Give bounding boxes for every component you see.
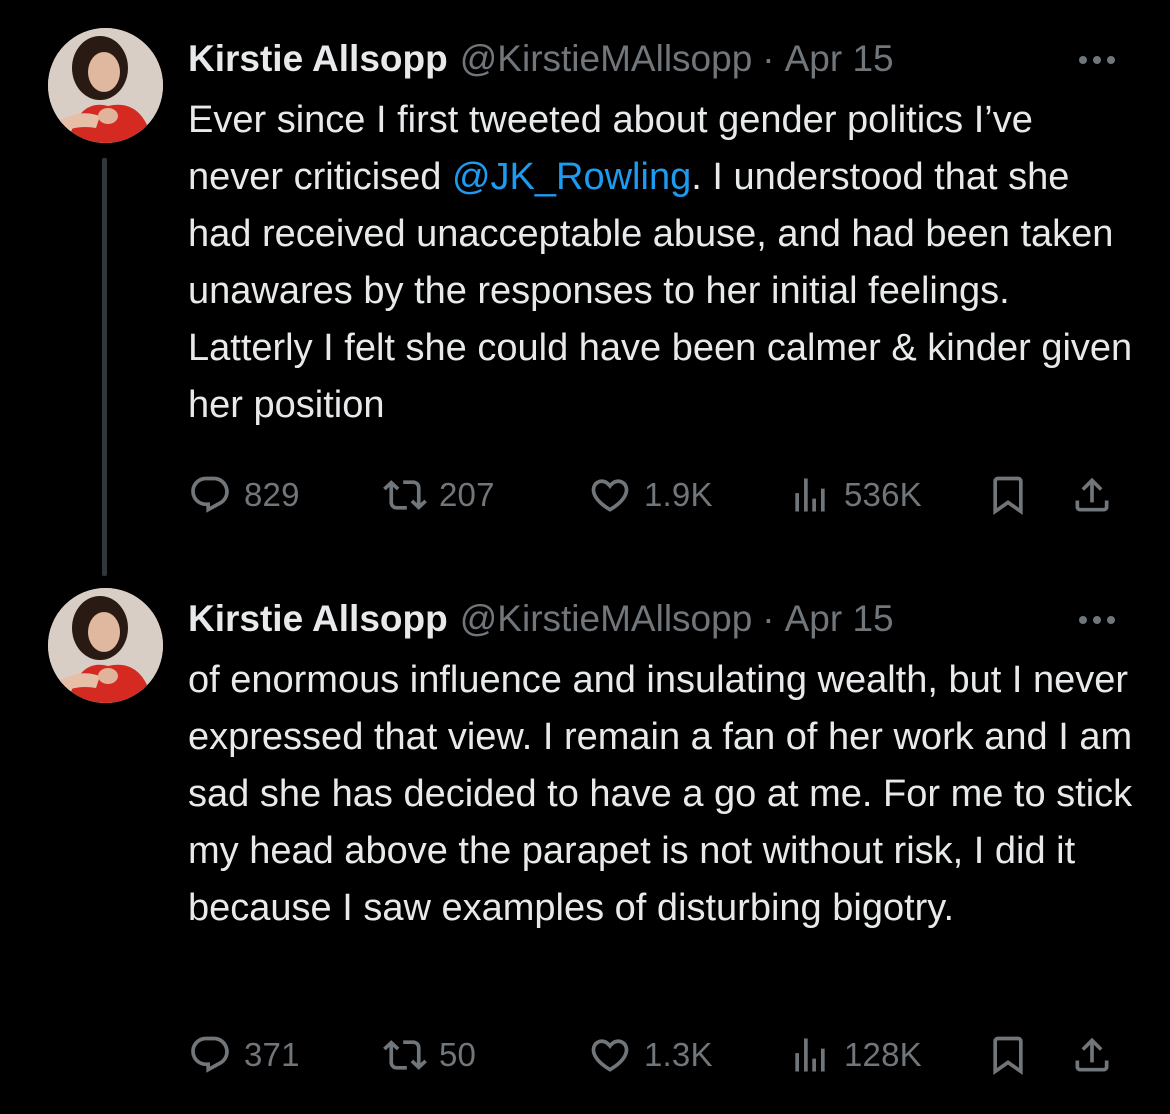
views-count: 128K	[844, 1036, 922, 1073]
avatar[interactable]	[48, 588, 163, 703]
tweet-date[interactable]: Apr 15	[785, 598, 894, 640]
tweet-text: of enormous influence and insulating wea…	[188, 659, 1143, 929]
like-count: 1.3K	[644, 1036, 713, 1073]
avatar-image	[48, 28, 163, 143]
tweet-date[interactable]: Apr 15	[785, 38, 894, 80]
more-options-button[interactable]	[1072, 600, 1122, 640]
avatar-image	[48, 588, 163, 703]
tweet-header: Kirstie Allsopp @KirstieMAllsopp · Apr 1…	[188, 594, 894, 644]
reply-count: 829	[244, 476, 300, 513]
tweet-2[interactable]: Kirstie Allsopp @KirstieMAllsopp · Apr 1…	[0, 560, 1170, 1114]
tweet-text: Ever since I first tweeted about gender …	[188, 92, 1138, 434]
views-button[interactable]: 536K	[788, 470, 922, 520]
bookmark-button[interactable]	[986, 470, 1042, 520]
heart-icon	[591, 479, 629, 512]
share-button[interactable]	[1070, 470, 1126, 520]
repost-button[interactable]: 207	[383, 470, 495, 520]
author-name[interactable]: Kirstie Allsopp	[188, 598, 448, 640]
more-icon	[1079, 616, 1115, 624]
more-icon	[1079, 56, 1115, 64]
avatar[interactable]	[48, 28, 163, 143]
bookmark-icon	[993, 1036, 1023, 1076]
like-button[interactable]: 1.9K	[588, 470, 713, 520]
author-name[interactable]: Kirstie Allsopp	[188, 38, 448, 80]
heart-icon	[591, 1039, 629, 1072]
repost-count: 50	[439, 1036, 477, 1073]
action-bar: 829 207 1.9K 536K	[188, 470, 1128, 520]
tweet-header: Kirstie Allsopp @KirstieMAllsopp · Apr 1…	[188, 34, 894, 84]
repost-button[interactable]: 50	[383, 1030, 476, 1080]
reply-icon	[191, 1036, 229, 1073]
repost-count: 207	[439, 476, 495, 513]
share-icon	[1075, 477, 1109, 512]
separator: ·	[762, 598, 775, 639]
separator: ·	[762, 38, 775, 79]
share-icon	[1075, 1037, 1109, 1072]
reply-icon	[191, 476, 229, 513]
author-handle[interactable]: @KirstieMAllsopp	[460, 598, 753, 640]
repost-icon	[383, 1040, 427, 1070]
action-bar: 371 50 1.3K 128K	[188, 1030, 1128, 1080]
reply-button[interactable]: 371	[188, 1030, 300, 1080]
thread-line	[102, 158, 107, 576]
views-icon	[795, 1038, 825, 1072]
views-icon	[795, 478, 825, 512]
more-options-button[interactable]	[1072, 40, 1122, 80]
author-handle[interactable]: @KirstieMAllsopp	[460, 38, 753, 80]
views-button[interactable]: 128K	[788, 1030, 922, 1080]
bookmark-icon	[993, 476, 1023, 516]
share-button[interactable]	[1070, 1030, 1126, 1080]
mention-link[interactable]: @JK_Rowling	[452, 156, 691, 198]
views-count: 536K	[844, 476, 922, 513]
reply-button[interactable]: 829	[188, 470, 300, 520]
bookmark-button[interactable]	[986, 1030, 1042, 1080]
like-count: 1.9K	[644, 476, 713, 513]
tweet-1[interactable]: Kirstie Allsopp @KirstieMAllsopp · Apr 1…	[0, 0, 1170, 576]
repost-icon	[383, 480, 427, 510]
reply-count: 371	[244, 1036, 300, 1073]
like-button[interactable]: 1.3K	[588, 1030, 713, 1080]
